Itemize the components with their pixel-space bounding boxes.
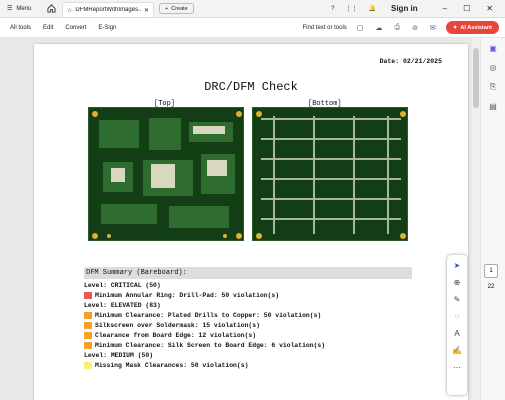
link-icon[interactable]: ⊘ xyxy=(412,24,418,32)
menu-button[interactable]: ☰ Menu xyxy=(0,0,42,18)
ai-assistant-label: AI Assistant xyxy=(460,24,492,31)
select-cursor-icon[interactable]: ➤ xyxy=(454,261,461,270)
severity-swatch xyxy=(84,331,92,339)
scroll-thumb[interactable] xyxy=(473,48,479,108)
summary-violation-row: Missing Mask Clearances: 50 violation(s) xyxy=(84,360,414,370)
lasso-icon[interactable]: ◌ xyxy=(455,312,460,321)
home-button[interactable] xyxy=(44,0,58,18)
apps-icon[interactable]: ⋮⋮ xyxy=(346,5,358,12)
attachments-icon[interactable]: ▤ xyxy=(489,102,497,111)
tab-title: DFMReportWithImages... xyxy=(75,7,141,13)
ai-assistant-button[interactable]: ✦ AI Assistant xyxy=(445,21,499,34)
summary-text: Level: MEDIUM (50) xyxy=(84,351,154,359)
page-title: DRC/DFM Check xyxy=(204,80,298,94)
create-button[interactable]: + Create xyxy=(159,3,194,14)
zoom-marquee-icon[interactable]: ⊕ xyxy=(454,278,461,287)
quick-tools: ➤ ⊕ ✎ ◌ A ✍ ⋯ xyxy=(447,255,467,395)
summary-text: Level: CRITICAL (50) xyxy=(84,281,161,289)
text-box-icon[interactable]: A xyxy=(454,329,459,338)
title-bar: ☰ Menu ☆ DFMReportWithImages... ✕ + Crea… xyxy=(0,0,505,18)
document-tab[interactable]: ☆ DFMReportWithImages... ✕ xyxy=(62,2,154,17)
save-icon[interactable]: ▢ xyxy=(357,24,364,32)
print-icon[interactable]: ⎙ xyxy=(394,24,400,32)
upload-icon[interactable]: ☁ xyxy=(375,24,382,32)
document-viewport[interactable]: Date: 02/21/2025 DRC/DFM Check [Top] [Bo… xyxy=(0,38,480,400)
summary-violation-row: Minimum Annular Ring: Drill-Pad: 50 viol… xyxy=(84,290,414,300)
dfm-summary-list: Level: CRITICAL (50) Minimum Annular Ring… xyxy=(84,280,414,370)
menu-esign[interactable]: E-Sign xyxy=(98,25,116,31)
pcb-bottom-image xyxy=(252,107,408,241)
summary-violation-row: Minimum Clearance: Silk Screen to Board … xyxy=(84,340,414,350)
bookmark-icon[interactable]: ⎘ xyxy=(490,82,496,92)
summary-violation-row: Silkscreen over Soldermask: 15 violation… xyxy=(84,320,414,330)
hamburger-icon: ☰ xyxy=(7,6,13,12)
right-panel: ▣ ◎ ⎘ ▤ xyxy=(480,38,505,400)
severity-swatch xyxy=(84,321,92,329)
summary-text: Missing Mask Clearances: 50 violation(s) xyxy=(95,361,249,369)
summary-violation-row: Clearance from Board Edge: 12 violation(… xyxy=(84,330,414,340)
summary-level-row: Level: MEDIUM (50) xyxy=(84,350,414,360)
home-icon xyxy=(46,4,56,13)
help-icon[interactable]: ? xyxy=(331,6,334,12)
minimize-icon[interactable]: – xyxy=(443,4,447,13)
summary-text: Clearance from Board Edge: 12 violation(… xyxy=(95,331,257,339)
pen-icon[interactable]: ✎ xyxy=(454,295,461,304)
toolbar: All tools Edit Convert E-Sign Find text … xyxy=(0,18,505,38)
more-tools-icon[interactable]: ⋯ xyxy=(453,363,461,372)
find-label: Find text or tools xyxy=(302,24,347,31)
plus-icon: + xyxy=(165,5,169,12)
pdf-page: Date: 02/21/2025 DRC/DFM Check [Top] [Bo… xyxy=(34,44,468,400)
summary-level-row: Level: ELEVATED (83) xyxy=(84,300,414,310)
menu-edit[interactable]: Edit xyxy=(43,25,53,31)
menu-all-tools[interactable]: All tools xyxy=(10,25,31,31)
severity-swatch xyxy=(84,361,92,369)
create-label: Create xyxy=(171,5,188,12)
severity-swatch xyxy=(84,311,92,319)
menu-convert[interactable]: Convert xyxy=(65,25,86,31)
fill-sign-icon[interactable]: ✍ xyxy=(452,346,462,355)
summary-text: Minimum Clearance: Plated Drills to Copp… xyxy=(95,311,322,319)
vertical-scrollbar[interactable] xyxy=(472,38,480,400)
summary-text: Silkscreen over Soldermask: 15 violation… xyxy=(95,321,260,329)
pcb-top-image xyxy=(88,107,244,241)
find-search[interactable]: Find text or tools xyxy=(302,25,346,31)
sparkle-icon: ✦ xyxy=(452,24,458,31)
sign-in-button[interactable]: Sign in xyxy=(391,4,418,13)
close-tab-icon[interactable]: ✕ xyxy=(144,7,149,14)
page-total: 22 xyxy=(487,284,495,290)
maximize-icon[interactable]: ☐ xyxy=(463,4,470,13)
summary-level-row: Level: CRITICAL (50) xyxy=(84,280,414,290)
severity-swatch xyxy=(84,341,92,349)
ai-chat-icon[interactable]: ◎ xyxy=(490,63,497,72)
summary-text: Level: ELEVATED (83) xyxy=(84,301,161,309)
page-number-input[interactable]: 1 xyxy=(484,264,498,278)
menu-label: Menu xyxy=(16,5,32,12)
star-icon[interactable]: ☆ xyxy=(67,7,72,14)
summary-violation-row: Minimum Clearance: Plated Drills to Copp… xyxy=(84,310,414,320)
share-icon[interactable]: ✉ xyxy=(430,24,436,32)
comment-icon[interactable]: ▣ xyxy=(489,44,497,53)
dfm-summary-heading: DFM Summary (Bareboard): xyxy=(84,267,412,279)
report-date: Date: 02/21/2025 xyxy=(379,58,442,65)
close-window-icon[interactable]: ✕ xyxy=(486,4,493,13)
severity-swatch xyxy=(84,291,92,299)
notifications-icon[interactable]: 🔔 xyxy=(369,5,376,12)
summary-text: Minimum Clearance: Silk Screen to Board … xyxy=(95,341,326,349)
summary-text: Minimum Annular Ring: Drill-Pad: 50 viol… xyxy=(95,291,280,299)
